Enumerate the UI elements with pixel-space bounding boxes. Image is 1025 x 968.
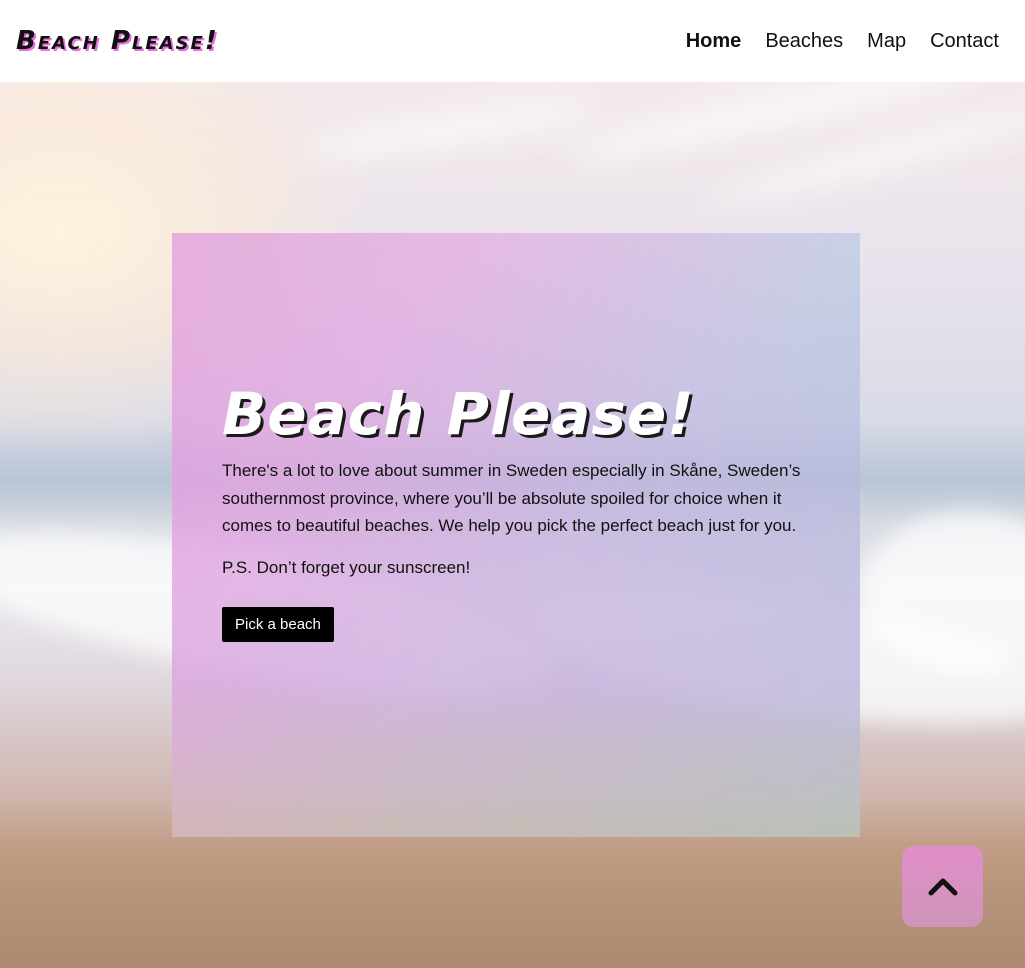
hero-card-content: Beach Please! There's a lot to love abou… xyxy=(222,383,812,642)
sky-cloud xyxy=(298,91,602,169)
hero-card: Beach Please! There's a lot to love abou… xyxy=(172,233,860,837)
site-header: Beach Please! Home Beaches Map Contact xyxy=(0,0,1025,82)
hero-intro-text: There's a lot to love about summer in Sw… xyxy=(222,461,801,535)
nav-link-contact[interactable]: Contact xyxy=(930,30,999,53)
nav-link-home[interactable]: Home xyxy=(686,30,742,53)
hero-title: Beach Please! xyxy=(222,380,695,448)
hero-sunscreen-note: P.S. Don’t forget your sunscreen! xyxy=(222,557,471,577)
back-to-top-button[interactable] xyxy=(902,846,983,927)
main-nav: Home Beaches Map Contact xyxy=(686,30,999,53)
nav-link-beaches[interactable]: Beaches xyxy=(765,30,843,53)
nav-link-map[interactable]: Map xyxy=(867,30,906,53)
site-logo[interactable]: Beach Please! xyxy=(16,26,219,56)
chevron-up-icon xyxy=(928,878,957,895)
pick-a-beach-button[interactable]: Pick a beach xyxy=(222,607,334,642)
